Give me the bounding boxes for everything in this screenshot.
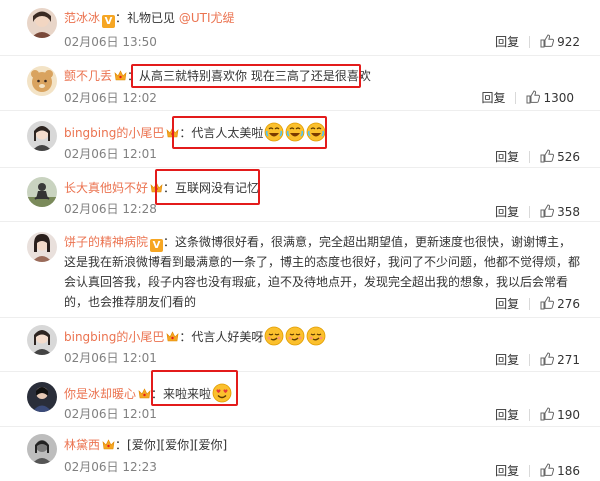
comment-actions: 回复 276 xyxy=(495,296,580,312)
colon: ： xyxy=(115,11,128,25)
crown-icon xyxy=(138,388,151,399)
highlight-box xyxy=(151,370,238,406)
comment-username[interactable]: bingbing的小尾巴 xyxy=(64,126,164,140)
comment-item: 林黛西 ：[爱你][爱你][爱你] 02月06日 12:23 回复 186 xyxy=(0,427,600,481)
comment-item: 你是冰却暖心 ：来啦来啦 02月06日 12:01 回复 190 xyxy=(0,372,600,427)
avatar[interactable] xyxy=(27,8,57,38)
mention-link[interactable]: @UTI尤缇 xyxy=(179,11,235,25)
smirk-emoji-icon xyxy=(264,326,284,346)
crown-icon xyxy=(114,70,127,81)
comment-line: 长大真他妈不好 ：互联网没有记忆 xyxy=(64,178,580,198)
comment-actions: 回复 190 xyxy=(495,407,580,423)
smirk-emoji-icon xyxy=(285,326,305,346)
like-icon[interactable] xyxy=(540,296,554,310)
like-count: 276 xyxy=(557,297,580,311)
comment-line: bingbing的小尾巴 ：代言人好美呀 xyxy=(64,326,580,347)
comment-time: 02月06日 12:01 xyxy=(64,407,157,421)
comment-text: [爱你][爱你][爱你] xyxy=(127,438,228,452)
like-count: 922 xyxy=(557,35,580,49)
divider xyxy=(529,354,531,366)
reply-button[interactable]: 回复 xyxy=(495,408,519,422)
like-icon[interactable] xyxy=(540,34,554,48)
reply-button[interactable]: 回复 xyxy=(495,205,519,219)
comment-item: bingbing的小尾巴 ：代言人好美呀 02月06日 12:01 回复 271 xyxy=(0,318,600,372)
reply-button[interactable]: 回复 xyxy=(495,464,519,478)
comment-line: 你是冰却暖心 ：来啦来啦 xyxy=(64,383,580,404)
highlight-box xyxy=(155,169,260,205)
divider xyxy=(529,206,531,218)
avatar[interactable] xyxy=(27,232,57,262)
crown-icon xyxy=(166,331,179,342)
divider xyxy=(529,36,531,48)
colon: ： xyxy=(115,438,128,452)
comment-line: 范冰冰 V ：礼物已见 @UTI尤缇 xyxy=(64,8,580,28)
divider xyxy=(529,465,531,477)
like-icon[interactable] xyxy=(540,149,554,163)
divider xyxy=(529,409,531,421)
comment-time: 02月06日 12:23 xyxy=(64,460,157,474)
reply-button[interactable]: 回复 xyxy=(495,35,519,49)
comment-line: 林黛西 ：[爱你][爱你][爱你] xyxy=(64,435,580,455)
highlight-box xyxy=(172,116,327,149)
reply-button[interactable]: 回复 xyxy=(495,297,519,311)
like-count: 190 xyxy=(557,408,580,422)
divider xyxy=(529,151,531,163)
comment-time: 02月06日 12:28 xyxy=(64,202,157,216)
comment-item: 饼子的精神病院 V ：这条微博很好看，很满意，完全超出期望值，更新速度也很快，谢谢博… xyxy=(0,222,600,318)
comment-username[interactable]: 颤不几丢 xyxy=(64,69,112,83)
comment-item: 长大真他妈不好 ：互联网没有记忆 02月06日 12:28 回复 358 xyxy=(0,168,600,222)
avatar[interactable] xyxy=(27,66,57,96)
avatar[interactable] xyxy=(27,325,57,355)
reply-button[interactable]: 回复 xyxy=(495,353,519,367)
like-count: 526 xyxy=(557,150,580,164)
like-icon[interactable] xyxy=(540,463,554,477)
comment-text: 代言人好美呀 xyxy=(191,330,264,344)
highlight-box xyxy=(131,64,361,88)
comment-actions: 回复 1300 xyxy=(481,90,574,106)
comment-actions: 回复 922 xyxy=(495,34,580,50)
like-icon[interactable] xyxy=(540,407,554,421)
comment-username[interactable]: 长大真他妈不好 xyxy=(64,181,148,195)
verified-v-icon: V xyxy=(150,239,164,252)
avatar[interactable] xyxy=(27,121,57,151)
comment-actions: 回复 271 xyxy=(495,352,580,368)
comment-username[interactable]: 饼子的精神病院 xyxy=(64,235,148,249)
comment-time: 02月06日 12:01 xyxy=(64,351,157,365)
smirk-emoji-icon xyxy=(306,326,326,346)
like-icon[interactable] xyxy=(540,352,554,366)
comment-username[interactable]: 范冰冰 xyxy=(64,11,100,25)
colon: ： xyxy=(163,235,176,249)
verified-v-icon: V xyxy=(102,15,116,28)
crown-icon xyxy=(102,439,115,450)
like-count: 271 xyxy=(557,353,580,367)
like-count: 186 xyxy=(557,464,580,478)
like-count: 358 xyxy=(557,205,580,219)
reply-button[interactable]: 回复 xyxy=(481,91,505,105)
comment-time: 02月06日 12:02 xyxy=(64,91,157,105)
reply-button[interactable]: 回复 xyxy=(495,150,519,164)
comment-actions: 回复 526 xyxy=(495,149,580,165)
comment-text: 礼物已见 xyxy=(127,11,179,25)
comment-actions: 回复 186 xyxy=(495,463,580,479)
colon: ： xyxy=(179,330,192,344)
avatar[interactable] xyxy=(27,434,57,464)
comment-actions: 回复 358 xyxy=(495,204,580,220)
comment-list: 范冰冰 V ：礼物已见 @UTI尤缇 02月06日 13:50 回复 922 颤不几丢… xyxy=(0,0,600,481)
comment-username[interactable]: bingbing的小尾巴 xyxy=(64,330,164,344)
comment-item: 范冰冰 V ：礼物已见 @UTI尤缇 02月06日 13:50 回复 922 xyxy=(0,0,600,56)
divider xyxy=(515,92,517,104)
avatar[interactable] xyxy=(27,382,57,412)
like-icon[interactable] xyxy=(540,204,554,218)
comment-time: 02月06日 12:01 xyxy=(64,147,157,161)
comment-username[interactable]: 你是冰却暖心 xyxy=(64,387,136,401)
like-icon[interactable] xyxy=(526,90,540,104)
comment-username[interactable]: 林黛西 xyxy=(64,438,100,452)
divider xyxy=(529,298,531,310)
avatar[interactable] xyxy=(27,177,57,207)
like-count: 1300 xyxy=(543,91,574,105)
comment-time: 02月06日 13:50 xyxy=(64,35,157,49)
